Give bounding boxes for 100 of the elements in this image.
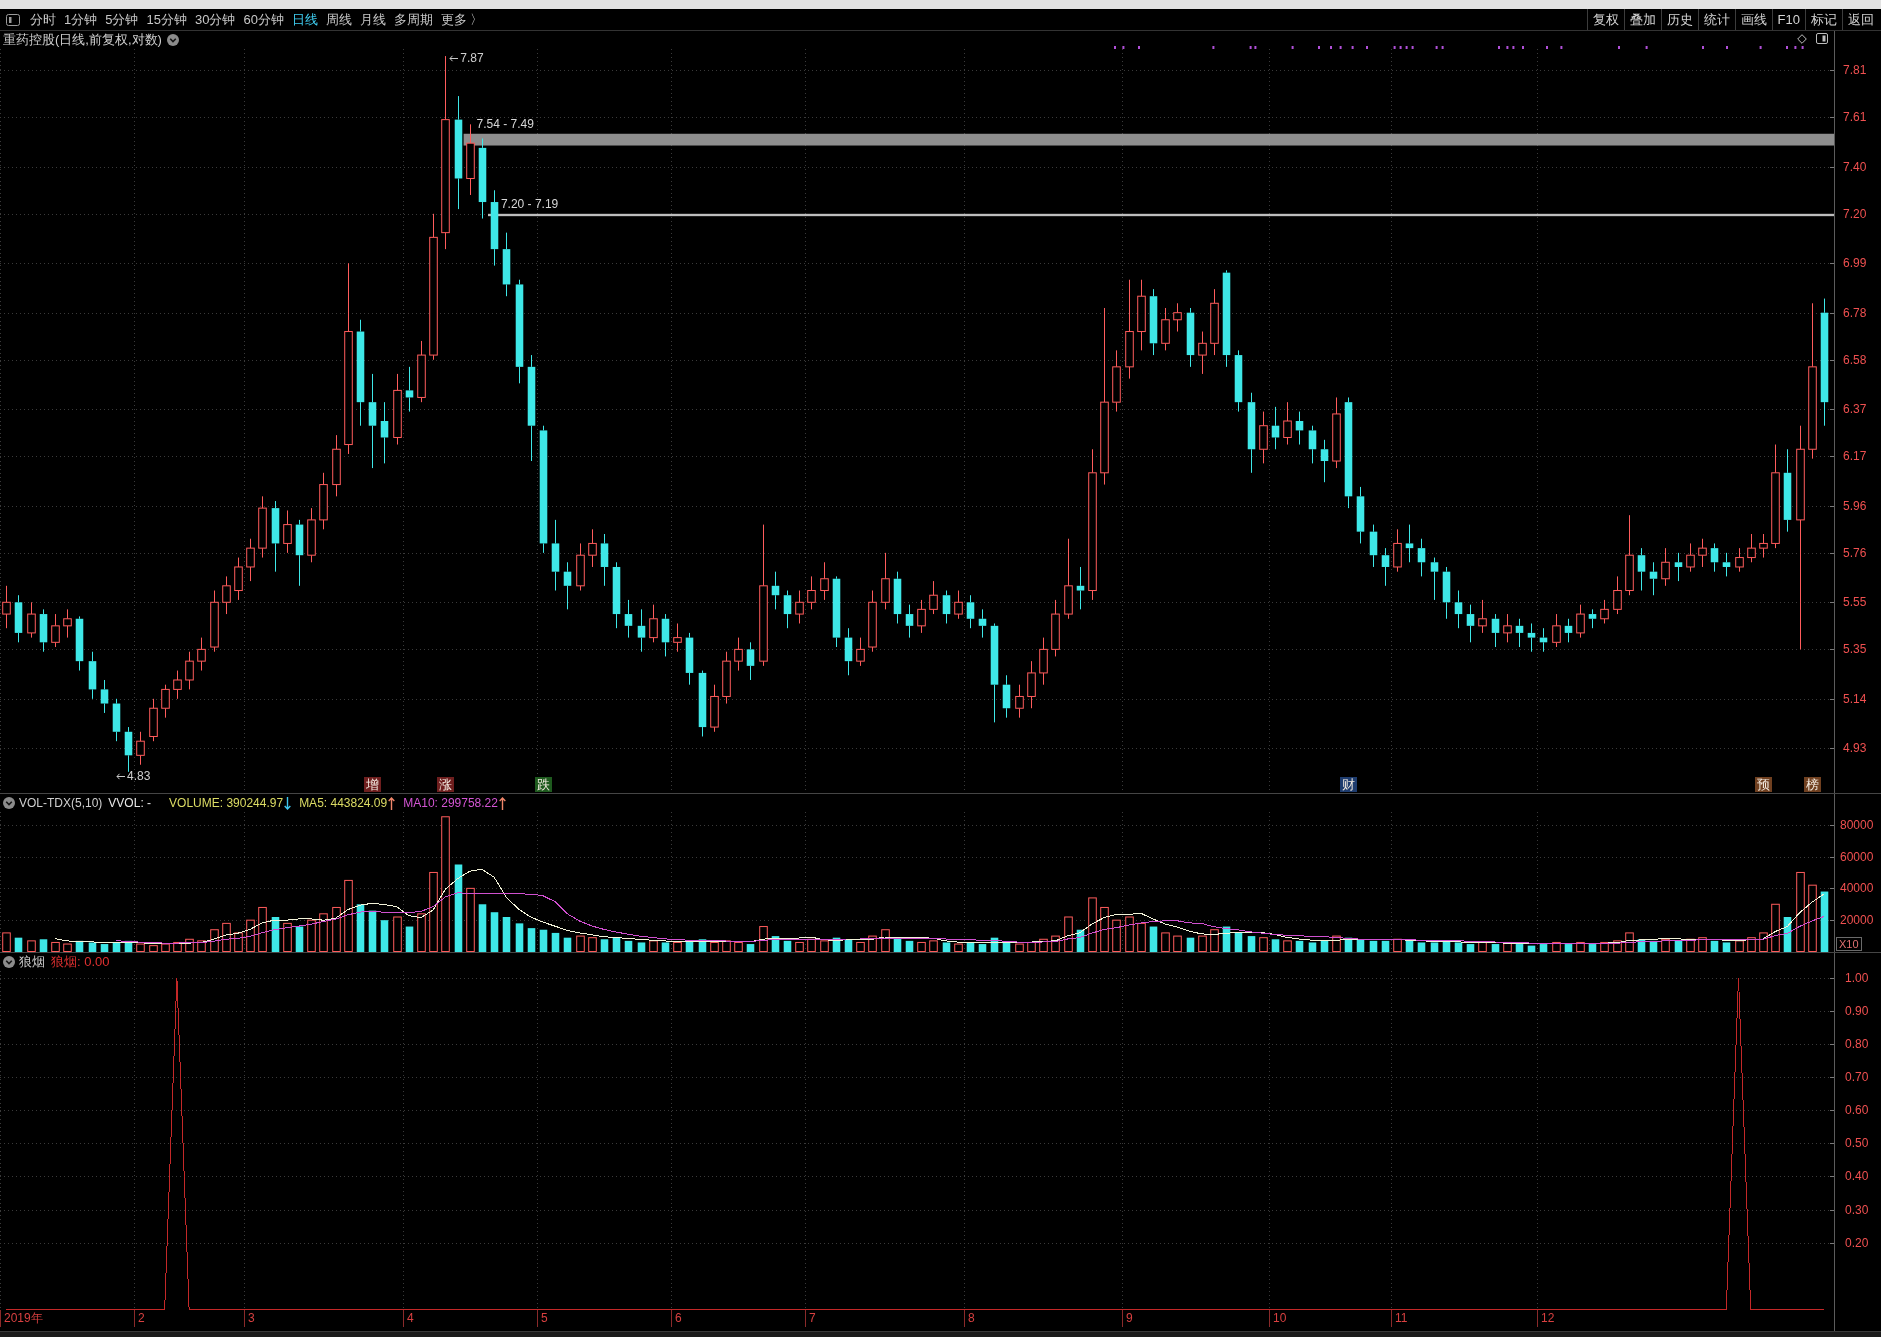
price-axis-label: 7.61 bbox=[1843, 110, 1867, 125]
period-tab[interactable]: 5分钟 bbox=[101, 9, 143, 30]
event-tag[interactable]: 预 bbox=[1754, 777, 1772, 792]
toolbar-button[interactable]: 标记 bbox=[1805, 9, 1842, 30]
candlestick bbox=[612, 561, 621, 629]
dropdown-chevron-icon[interactable] bbox=[166, 34, 179, 46]
candlestick bbox=[1527, 623, 1536, 653]
candlestick bbox=[673, 623, 682, 653]
candlestick bbox=[1552, 613, 1561, 648]
toolbar-button[interactable]: F10 bbox=[1771, 9, 1805, 30]
candlestick bbox=[807, 575, 816, 610]
period-tab[interactable]: 1分钟 bbox=[60, 9, 102, 30]
toolbar-button[interactable]: 复权 bbox=[1586, 9, 1624, 30]
candlestick bbox=[1015, 684, 1024, 719]
candlestick bbox=[1027, 660, 1036, 709]
candlestick bbox=[51, 613, 60, 648]
event-tag[interactable]: 财 bbox=[1340, 777, 1358, 792]
period-tab[interactable]: 周线 bbox=[321, 9, 356, 30]
candlestick bbox=[624, 599, 633, 639]
candlestick bbox=[1600, 599, 1609, 624]
period-tab[interactable]: 15分钟 bbox=[142, 9, 191, 30]
candlestick bbox=[1637, 547, 1646, 591]
candlestick bbox=[1710, 542, 1719, 573]
candlestick bbox=[39, 608, 48, 653]
dropdown-chevron-icon[interactable] bbox=[3, 797, 15, 809]
candlestick bbox=[1002, 674, 1011, 719]
candlestick bbox=[149, 698, 158, 742]
candlestick bbox=[1198, 331, 1207, 375]
candlestick bbox=[820, 561, 829, 601]
candlestick bbox=[1271, 406, 1280, 450]
chart-title: 重药控股(日线,前复权,对数) bbox=[3, 32, 162, 48]
candlestick bbox=[1613, 575, 1622, 615]
event-tag[interactable]: 榜 bbox=[1803, 777, 1821, 792]
period-tab[interactable]: 60分钟 bbox=[239, 9, 288, 30]
period-tab[interactable]: 30分钟 bbox=[190, 9, 240, 30]
candlestick bbox=[417, 340, 426, 403]
toolbar-button[interactable]: 历史 bbox=[1660, 9, 1698, 30]
high-price-label: 7.87 bbox=[460, 52, 484, 66]
event-tag[interactable]: 涨 bbox=[437, 777, 455, 792]
candlestick bbox=[1430, 557, 1439, 601]
panel-toggle-icon[interactable] bbox=[1816, 33, 1828, 44]
candlestick bbox=[210, 590, 219, 653]
indicator-axis-label: 0.80 bbox=[1845, 1036, 1869, 1051]
date-axis-label: 11 bbox=[1391, 1310, 1408, 1327]
candlestick bbox=[1149, 288, 1158, 356]
candlestick bbox=[319, 472, 328, 530]
candlestick bbox=[380, 401, 389, 464]
toolbar-button[interactable]: 叠加 bbox=[1623, 9, 1661, 30]
candlestick bbox=[576, 542, 585, 591]
candlestick bbox=[1076, 566, 1085, 610]
toolbar-button[interactable]: 返回 bbox=[1842, 9, 1879, 30]
scale-factor-label: X10 bbox=[1836, 937, 1862, 951]
event-tag[interactable]: 跌 bbox=[534, 777, 552, 792]
candlestick bbox=[197, 637, 206, 672]
indicator-axis-label: 0.90 bbox=[1845, 1003, 1869, 1018]
candlestick bbox=[1735, 547, 1744, 573]
sidebar-toggle-icon[interactable] bbox=[6, 13, 20, 26]
period-tab[interactable]: 分时 bbox=[26, 9, 60, 30]
dropdown-chevron-icon[interactable] bbox=[3, 956, 15, 968]
candlestick bbox=[1051, 599, 1060, 657]
candlestick bbox=[1698, 538, 1707, 568]
event-tag[interactable]: 增 bbox=[364, 777, 382, 792]
diamond-icon[interactable] bbox=[1797, 33, 1807, 44]
price-axis-label: 5.35 bbox=[1843, 642, 1867, 657]
candlestick bbox=[258, 495, 267, 559]
candlestick bbox=[1747, 533, 1756, 563]
price-axis-label: 5.14 bbox=[1843, 691, 1867, 706]
low-price-label: 4.83 bbox=[127, 769, 151, 783]
period-tab[interactable]: 更多 〉 bbox=[436, 9, 488, 30]
candlestick bbox=[332, 434, 341, 497]
candlestick bbox=[637, 608, 646, 653]
candlestick bbox=[246, 538, 255, 582]
toolbar-button[interactable]: 画线 bbox=[1734, 9, 1772, 30]
price-axis-label: 7.20 bbox=[1843, 206, 1867, 221]
candlestick bbox=[661, 613, 670, 657]
candlestick bbox=[905, 604, 914, 639]
indicator-readout: MA5: 443824.09 bbox=[299, 795, 388, 812]
candlestick bbox=[1295, 411, 1304, 446]
price-axis-label: 6.99 bbox=[1843, 256, 1867, 271]
price-axis-label: 4.93 bbox=[1843, 741, 1867, 756]
candlestick bbox=[710, 684, 719, 733]
candlestick bbox=[734, 637, 743, 672]
candlestick bbox=[1686, 542, 1695, 573]
candlestick bbox=[1649, 561, 1658, 596]
indicator-axis-label: 1.00 bbox=[1845, 970, 1869, 985]
candlestick bbox=[978, 608, 987, 639]
candlestick bbox=[100, 679, 109, 714]
candlestick bbox=[124, 726, 133, 773]
price-axis-label: 6.58 bbox=[1843, 352, 1867, 367]
candlestick bbox=[75, 615, 84, 672]
indicator-axis-label: 0.40 bbox=[1845, 1169, 1869, 1184]
price-axis-label: 7.40 bbox=[1843, 159, 1867, 174]
toolbar-button[interactable]: 统计 bbox=[1697, 9, 1735, 30]
date-axis-label: 8 bbox=[964, 1310, 975, 1327]
date-axis-label: 10 bbox=[1269, 1310, 1287, 1327]
period-tab[interactable]: 日线 bbox=[287, 9, 322, 30]
volume-axis-label: 60000 bbox=[1840, 849, 1874, 864]
period-tab[interactable]: 月线 bbox=[355, 9, 390, 30]
candlestick bbox=[563, 561, 572, 610]
period-tab[interactable]: 多周期 bbox=[389, 9, 437, 30]
